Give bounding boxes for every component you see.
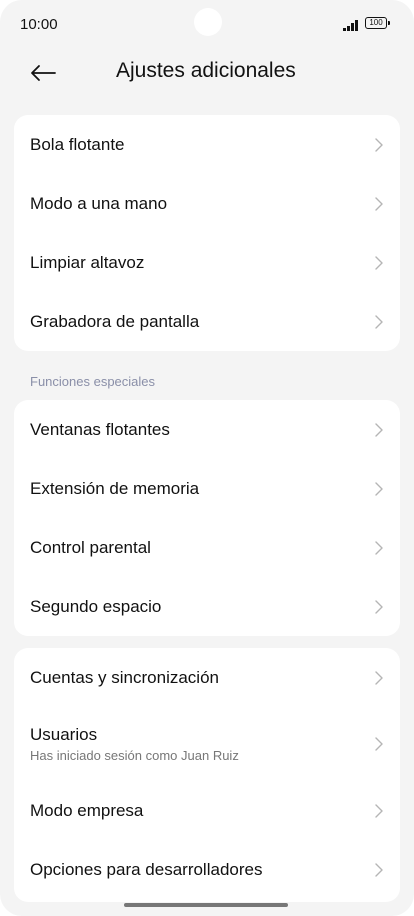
chevron-right-icon bbox=[375, 196, 383, 211]
list-item-label: Extensión de memoria bbox=[30, 478, 200, 498]
list-item-modo-empresa[interactable]: Modo empresa bbox=[14, 781, 400, 840]
list-item-label: Usuarios bbox=[30, 725, 98, 744]
status-time: 10:00 bbox=[20, 16, 58, 33]
settings-group-general: Bola flotante Modo a una mano Limpiar al… bbox=[14, 115, 400, 351]
front-camera bbox=[194, 8, 222, 36]
list-item-label: Modo empresa bbox=[30, 800, 144, 820]
status-bar: 10:00 100 bbox=[0, 0, 414, 52]
section-label-funciones-especiales: Funciones especiales bbox=[30, 374, 156, 389]
list-item-modo-una-mano[interactable]: Modo a una mano bbox=[14, 174, 400, 233]
chevron-right-icon bbox=[375, 314, 383, 329]
chevron-right-icon bbox=[375, 862, 383, 877]
signal-icon bbox=[343, 19, 361, 31]
arrow-left-icon bbox=[31, 65, 56, 81]
list-item-grabadora-pantalla[interactable]: Grabadora de pantalla bbox=[14, 292, 400, 351]
list-item-control-parental[interactable]: Control parental bbox=[14, 518, 400, 577]
list-item-label: Opciones para desarrolladores bbox=[30, 859, 263, 879]
home-indicator[interactable] bbox=[124, 903, 288, 907]
chevron-right-icon bbox=[375, 599, 383, 614]
back-button[interactable] bbox=[26, 56, 60, 90]
chevron-right-icon bbox=[375, 255, 383, 270]
chevron-right-icon bbox=[375, 137, 383, 152]
list-item-ventanas-flotantes[interactable]: Ventanas flotantes bbox=[14, 400, 400, 459]
screen: 10:00 100 Ajustes adicionales Bola flota… bbox=[0, 0, 414, 916]
chevron-right-icon bbox=[375, 422, 383, 437]
settings-group-accounts: Cuentas y sincronización Usuarios Has in… bbox=[14, 648, 400, 902]
list-item-usuarios[interactable]: Usuarios Has iniciado sesión como Juan R… bbox=[14, 707, 400, 781]
chevron-right-icon bbox=[375, 803, 383, 818]
settings-group-special: Ventanas flotantes Extensión de memoria … bbox=[14, 400, 400, 636]
list-item-cuentas-sincronizacion[interactable]: Cuentas y sincronización bbox=[14, 648, 400, 707]
list-item-label: Segundo espacio bbox=[30, 596, 162, 616]
list-item-bola-flotante[interactable]: Bola flotante bbox=[14, 115, 400, 174]
list-item-text: Usuarios Has iniciado sesión como Juan R… bbox=[30, 725, 239, 763]
list-item-opciones-desarrolladores[interactable]: Opciones para desarrolladores bbox=[14, 840, 400, 899]
list-item-label: Grabadora de pantalla bbox=[30, 311, 200, 331]
battery-icon: 100 bbox=[365, 17, 390, 29]
chevron-right-icon bbox=[375, 481, 383, 496]
list-item-segundo-espacio[interactable]: Segundo espacio bbox=[14, 577, 400, 636]
list-item-sublabel: Has iniciado sesión como Juan Ruiz bbox=[30, 748, 239, 763]
header: Ajustes adicionales bbox=[0, 52, 414, 100]
list-item-label: Cuentas y sincronización bbox=[30, 667, 219, 687]
list-item-extension-memoria[interactable]: Extensión de memoria bbox=[14, 459, 400, 518]
list-item-limpiar-altavoz[interactable]: Limpiar altavoz bbox=[14, 233, 400, 292]
list-item-label: Bola flotante bbox=[30, 134, 125, 154]
chevron-right-icon bbox=[375, 670, 383, 685]
list-item-label: Limpiar altavoz bbox=[30, 252, 145, 272]
list-item-label: Modo a una mano bbox=[30, 193, 168, 213]
list-item-label: Ventanas flotantes bbox=[30, 419, 170, 439]
chevron-right-icon bbox=[375, 540, 383, 555]
list-item-label: Control parental bbox=[30, 537, 151, 557]
page-title: Ajustes adicionales bbox=[116, 59, 296, 82]
chevron-right-icon bbox=[375, 737, 383, 751]
